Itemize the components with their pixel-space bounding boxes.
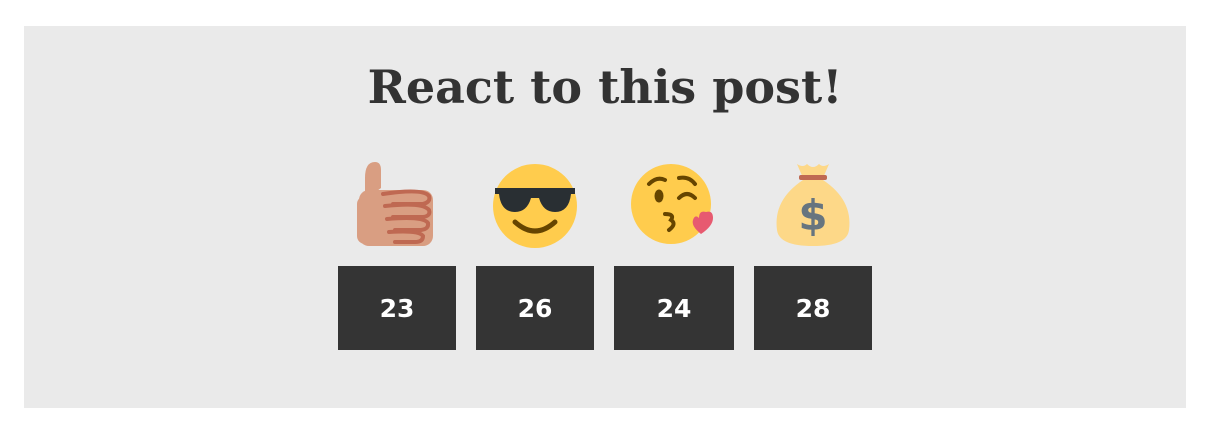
page-title: React to this post! bbox=[367, 60, 843, 114]
kissing-count-button[interactable]: 24 bbox=[614, 266, 734, 350]
reaction-sunglasses: 26 bbox=[476, 160, 594, 350]
thumbs-up-count-button[interactable]: 23 bbox=[338, 266, 456, 350]
kissing-face-icon[interactable] bbox=[629, 160, 717, 248]
sunglasses-count-button[interactable]: 26 bbox=[476, 266, 594, 350]
sunglasses-face-icon[interactable] bbox=[491, 160, 579, 248]
money-bag-count-button[interactable]: 28 bbox=[754, 266, 872, 350]
reaction-kissing: 24 bbox=[614, 160, 734, 350]
reaction-panel: React to this post! 23 26 24 $ 28 bbox=[24, 26, 1186, 408]
reaction-list: 23 26 24 $ 28 bbox=[338, 160, 872, 350]
svg-text:$: $ bbox=[798, 191, 827, 240]
reaction-thumbs-up: 23 bbox=[338, 160, 456, 350]
reaction-money-bag: $ 28 bbox=[754, 160, 872, 350]
money-bag-icon[interactable]: $ bbox=[769, 160, 857, 248]
thumbs-up-icon[interactable] bbox=[353, 160, 441, 248]
